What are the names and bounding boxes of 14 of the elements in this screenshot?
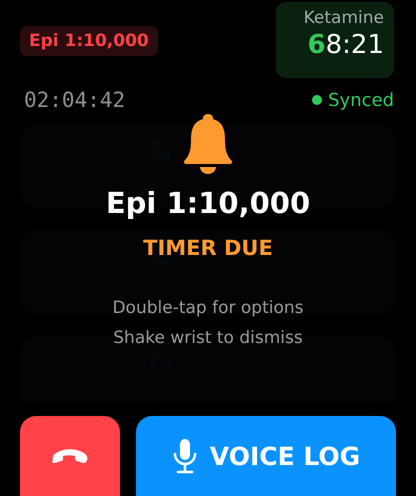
timer-label: Ketamine (304, 8, 384, 28)
hang-up-icon (51, 448, 89, 464)
end-button[interactable] (20, 416, 120, 496)
timer-card[interactable]: Ketamine 68:21 (276, 2, 394, 78)
active-drug-badge: Epi 1:10,000 (20, 26, 158, 56)
alert-title: Epi 1:10,000 (106, 186, 310, 220)
microphone-icon (172, 438, 198, 474)
elapsed-time: 02:04:42 (24, 88, 126, 112)
clock-text: 8:21 (326, 30, 384, 60)
alert-hint: Shake wrist to dismiss (113, 328, 303, 348)
countdown-text: 6 (308, 30, 326, 60)
sync-status: Synced (328, 90, 394, 111)
alert-hint: Double-tap for options (112, 298, 304, 318)
alert-status: TIMER DUE (143, 236, 273, 260)
